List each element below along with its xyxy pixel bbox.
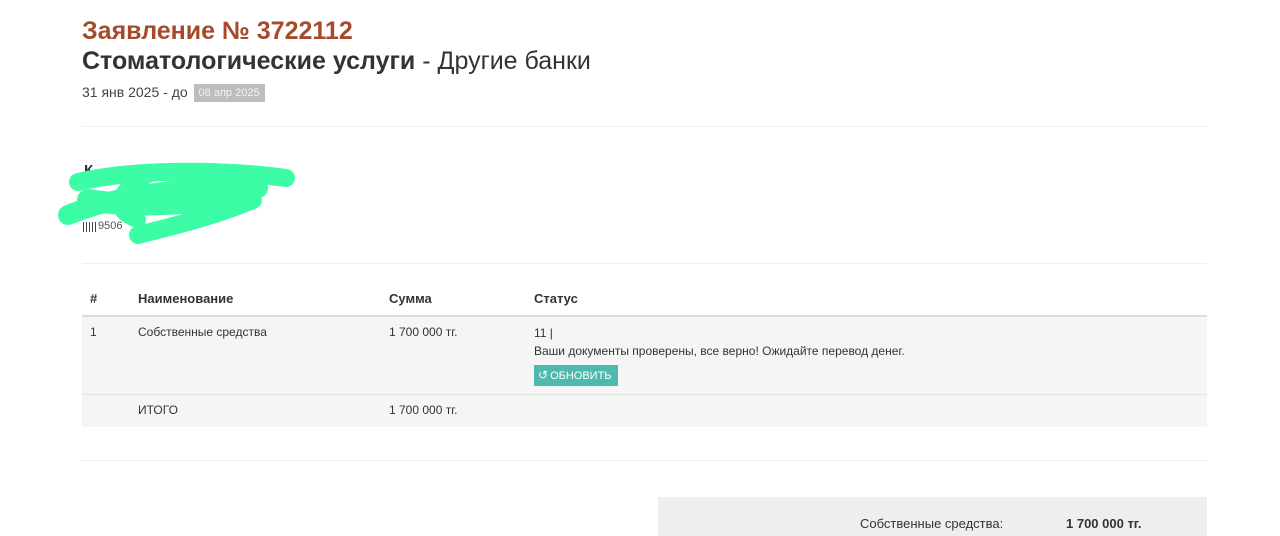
date-range: 31 янв 2025 - до 08 апр 2025 — [82, 82, 591, 103]
summary-value: 1 700 000 тг. — [1066, 516, 1142, 531]
summary-label: Собственные средства: — [860, 516, 1004, 531]
refresh-label: ОБНОВИТЬ — [550, 370, 612, 382]
row-sum: 1 700 000 тг. — [381, 316, 526, 395]
header-status: Статус — [526, 282, 1207, 317]
table-row: 1 Собственные средства 1 700 000 тг. 11 … — [82, 316, 1207, 395]
application-title: Заявление № 3722112 — [82, 17, 353, 45]
total-number — [82, 394, 130, 427]
header-name: Наименование — [130, 282, 381, 317]
row-name: Собственные средства — [130, 316, 381, 395]
service-name: Стоматологические услуги — [82, 47, 416, 75]
services-table: # Наименование Сумма Статус 1 Собственны… — [82, 282, 1207, 427]
refresh-button[interactable]: ↺ ОБНОВИТЬ — [534, 365, 618, 386]
redaction-scribble — [58, 162, 295, 244]
total-label: ИТОГО — [130, 394, 381, 427]
application-header: Заявление № 3722112 Стоматологические ус… — [82, 16, 591, 103]
row-number: 1 — [82, 316, 130, 395]
header-number: # — [82, 282, 130, 317]
total-status — [526, 394, 1207, 427]
date-until-badge: 08 апр 2025 — [193, 84, 265, 103]
total-row: ИТОГО 1 700 000 тг. — [82, 394, 1207, 427]
service-subtitle: Стоматологические услуги - Другие банки — [82, 46, 591, 76]
divider — [82, 126, 1207, 127]
status-code: 11 | — [534, 326, 553, 340]
total-sum: 1 700 000 тг. — [381, 394, 526, 427]
refresh-icon: ↺ — [538, 368, 549, 382]
subtitle-separator: - — [415, 47, 438, 75]
status-message: Ваши документы проверены, все верно! Ожи… — [534, 344, 905, 358]
table-header-row: # Наименование Сумма Статус — [82, 282, 1207, 317]
bank-name: Другие банки — [437, 47, 591, 75]
header-sum: Сумма — [381, 282, 526, 317]
date-start: 31 янв 2025 - до — [82, 84, 188, 100]
summary-box: Собственные средства: 1 700 000 тг. — [658, 497, 1207, 536]
divider — [82, 460, 1207, 461]
row-status: 11 | Ваши документы проверены, все верно… — [526, 316, 1207, 395]
page: Заявление № 3722112 Стоматологические ус… — [0, 0, 1280, 536]
divider — [82, 263, 1207, 264]
